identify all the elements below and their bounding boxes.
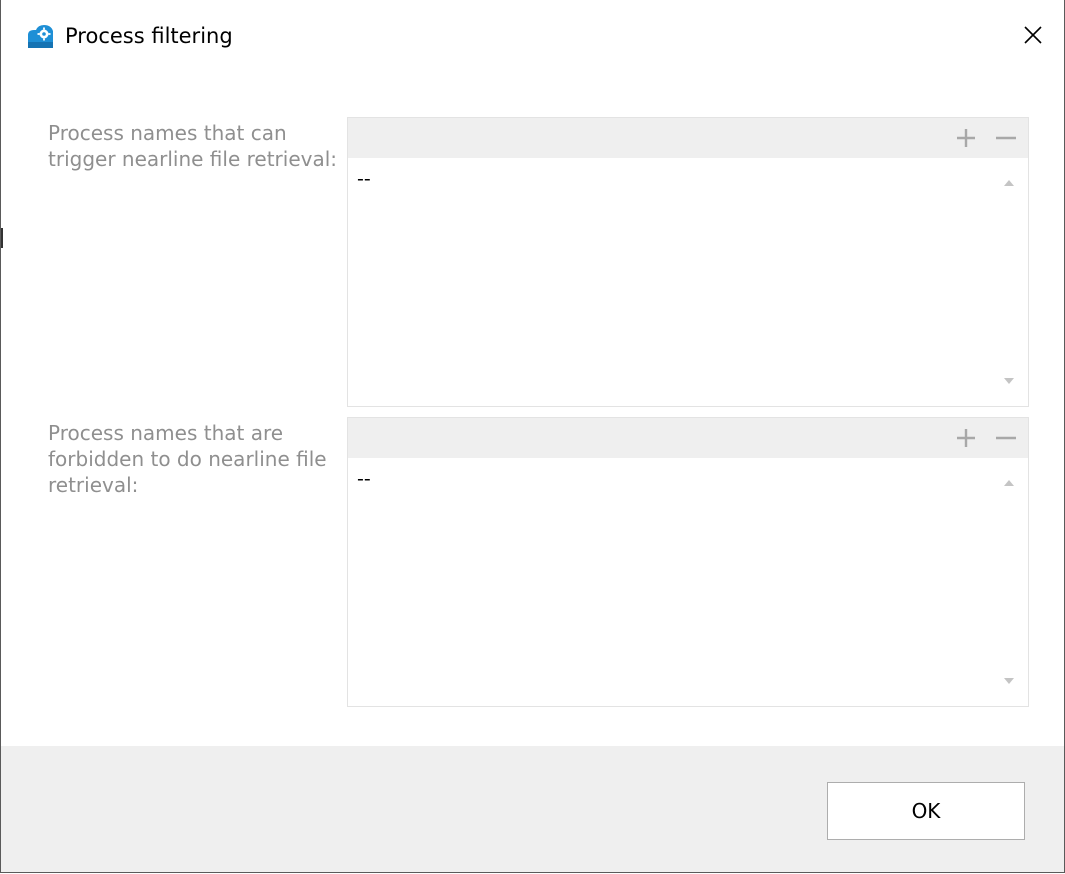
ok-button[interactable]: OK	[827, 782, 1025, 840]
close-icon	[1024, 26, 1042, 44]
trigger-process-list[interactable]: --	[347, 117, 1029, 407]
close-button[interactable]	[1009, 12, 1057, 58]
scroll-down-icon[interactable]	[1002, 376, 1016, 386]
plus-icon	[957, 429, 975, 447]
cloud-settings-icon	[28, 25, 53, 48]
process-filtering-dialog: Process filtering Process names that can…	[0, 0, 1065, 873]
forbidden-process-list[interactable]: --	[347, 417, 1029, 707]
title-bar[interactable]: Process filtering	[1, 0, 1064, 72]
list-item[interactable]: --	[357, 468, 371, 490]
dialog-footer: OK	[1, 746, 1064, 872]
plus-icon	[957, 129, 975, 147]
window-edge-mark	[1, 228, 3, 248]
forbidden-remove-button[interactable]	[992, 424, 1020, 452]
forbidden-list-toolbar	[348, 418, 1028, 458]
minus-icon	[996, 436, 1016, 440]
list-item[interactable]: --	[357, 168, 371, 190]
forbidden-add-button[interactable]	[952, 424, 980, 452]
scroll-up-icon[interactable]	[1002, 478, 1016, 488]
scroll-down-icon[interactable]	[1002, 676, 1016, 686]
trigger-remove-button[interactable]	[992, 124, 1020, 152]
forbidden-list-label: Process names that are forbidden to do n…	[48, 421, 327, 497]
trigger-list-label: Process names that can trigger nearline …	[48, 121, 338, 171]
scroll-up-icon[interactable]	[1002, 178, 1016, 188]
trigger-list-toolbar	[348, 118, 1028, 158]
trigger-add-button[interactable]	[952, 124, 980, 152]
dialog-title: Process filtering	[65, 24, 233, 48]
minus-icon	[996, 136, 1016, 140]
